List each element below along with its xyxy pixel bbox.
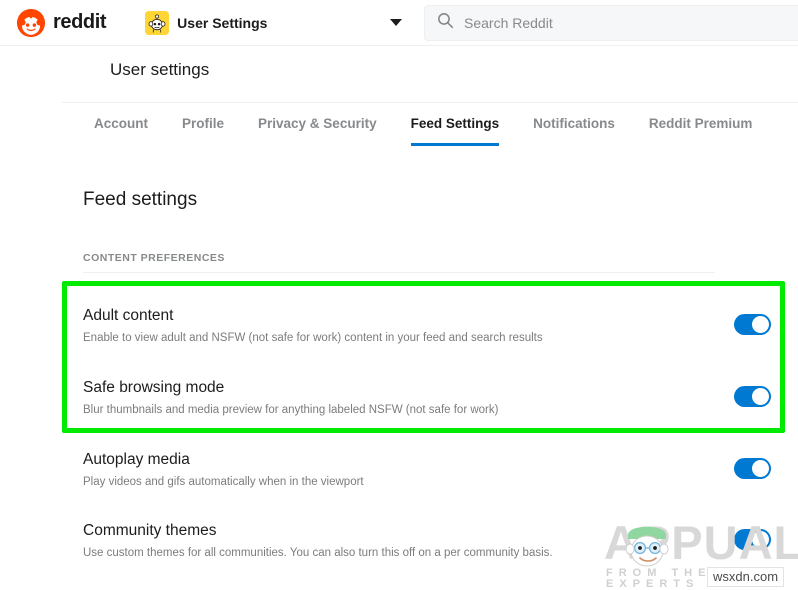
reddit-logo[interactable]: reddit: [16, 8, 107, 38]
page-title: User settings: [110, 60, 210, 79]
settings-tab-bar: Account Profile Privacy & Security Feed …: [94, 112, 786, 146]
toggle-knob: [752, 316, 769, 333]
setting-title: Adult content: [83, 307, 174, 324]
search-icon: [437, 12, 454, 34]
setting-text: Autoplay media Play videos and gifs auto…: [83, 450, 364, 490]
setting-row-safe-browsing-mode: Safe browsing mode Blur thumbnails and m…: [83, 378, 753, 418]
tab-reddit-premium[interactable]: Reddit Premium: [649, 112, 753, 146]
snoo-avatar-icon: [145, 10, 170, 35]
title-divider: [62, 102, 798, 103]
tab-profile[interactable]: Profile: [182, 112, 224, 146]
setting-row-autoplay-media: Autoplay media Play videos and gifs auto…: [83, 450, 753, 490]
search-bar[interactable]: [424, 5, 798, 41]
user-settings-dropdown-label: User Settings: [177, 14, 268, 31]
content-preferences-divider: [83, 272, 715, 273]
reddit-wordmark: reddit: [53, 11, 107, 33]
tab-feed-settings[interactable]: Feed Settings: [410, 112, 500, 146]
setting-description: Play videos and gifs automatically when …: [83, 476, 364, 488]
toggle-knob: [752, 531, 769, 548]
setting-description: Use custom themes for all communities. Y…: [83, 547, 553, 559]
setting-text: Adult content Enable to view adult and N…: [83, 306, 543, 346]
toggle-adult-content[interactable]: [734, 314, 771, 335]
setting-title: Autoplay media: [83, 451, 190, 468]
reddit-alien-icon: [16, 8, 46, 38]
setting-row-adult-content: Adult content Enable to view adult and N…: [83, 306, 753, 346]
setting-text: Safe browsing mode Blur thumbnails and m…: [83, 378, 498, 418]
setting-row-community-themes: Community themes Use custom themes for a…: [83, 521, 753, 561]
toggle-safe-browsing-mode[interactable]: [734, 386, 771, 407]
toggle-autoplay-media[interactable]: [734, 458, 771, 479]
toggle-knob: [752, 460, 769, 477]
toggle-community-themes[interactable]: [734, 529, 771, 550]
top-header-bar: reddit User Settings: [0, 0, 798, 46]
watermark-badge: wsxdn.com: [707, 567, 785, 587]
content-preferences-label: CONTENT PREFERENCES: [83, 252, 225, 264]
setting-description: Enable to view adult and NSFW (not safe …: [83, 332, 543, 344]
feed-settings-heading: Feed settings: [83, 189, 198, 210]
watermark-tagline: FROM THE EXPERTS: [606, 567, 712, 590]
user-settings-dropdown[interactable]: User Settings: [136, 5, 411, 41]
search-input[interactable]: [464, 15, 791, 31]
tab-privacy-security[interactable]: Privacy & Security: [258, 112, 377, 146]
toggle-knob: [752, 388, 769, 405]
chevron-down-icon: [390, 19, 403, 26]
setting-title: Safe browsing mode: [83, 379, 225, 396]
setting-description: Blur thumbnails and media preview for an…: [83, 404, 499, 416]
tab-notifications[interactable]: Notifications: [533, 112, 615, 146]
tab-account[interactable]: Account: [94, 112, 148, 146]
setting-title: Community themes: [83, 522, 217, 539]
setting-text: Community themes Use custom themes for a…: [83, 521, 553, 561]
